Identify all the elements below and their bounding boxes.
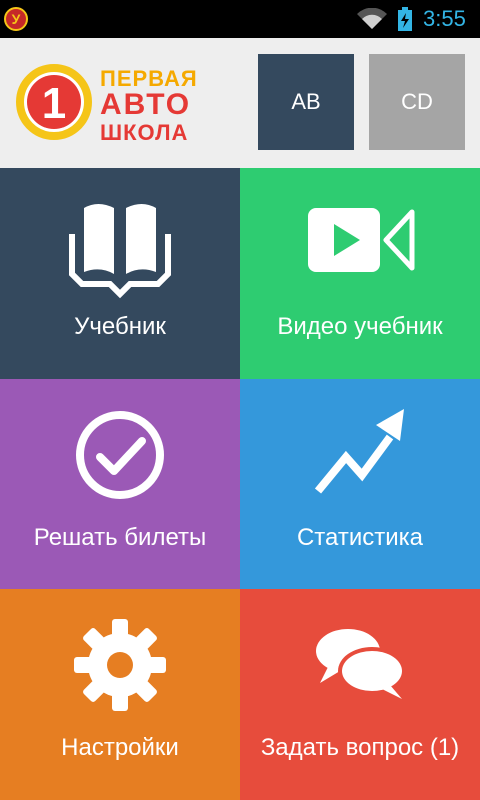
tile-video-textbook[interactable]: Видео учебник <box>240 168 480 379</box>
tile-statistics[interactable]: Статистика <box>240 379 480 590</box>
logo-digit: 1 <box>42 79 66 128</box>
open-book-icon <box>69 204 171 299</box>
video-camera-icon <box>308 208 415 272</box>
tile-ask-question[interactable]: Задать вопрос (1) <box>240 589 480 800</box>
level-cd-button[interactable]: CD <box>369 54 465 150</box>
logo: 1 ПЕРВАЯ АВТО ШКОЛА <box>16 64 197 144</box>
logo-line2: АВТО <box>100 88 191 121</box>
gear-icon <box>74 619 166 711</box>
tile-ask-question-label: Задать вопрос (1) <box>260 734 460 761</box>
header: 1 ПЕРВАЯ АВТО ШКОЛА AB CD <box>0 38 480 168</box>
wifi-icon <box>357 8 387 29</box>
level-ab-button[interactable]: AB <box>258 54 354 150</box>
app-badge-icon: У <box>4 7 28 31</box>
trend-arrow-icon <box>314 409 404 494</box>
checkmark-circle-icon <box>76 411 164 499</box>
tile-solve-tickets[interactable]: Решать билеты <box>0 379 240 590</box>
tile-video-textbook-label: Видео учебник <box>277 313 443 340</box>
chat-bubbles-icon <box>316 629 406 699</box>
tile-textbook-label: Учебник <box>74 313 166 340</box>
tile-settings[interactable]: Настройки <box>0 589 240 800</box>
tile-statistics-label: Статистика <box>296 524 424 551</box>
tile-textbook[interactable]: Учебник <box>0 168 240 379</box>
logo-line3: ШКОЛА <box>100 120 188 144</box>
status-bar: У 3:55 <box>0 0 480 38</box>
tile-solve-tickets-label: Решать билеты <box>33 524 207 551</box>
tile-settings-label: Настройки <box>61 734 179 761</box>
battery-charging-icon <box>398 7 412 31</box>
status-clock: 3:55 <box>423 6 466 31</box>
